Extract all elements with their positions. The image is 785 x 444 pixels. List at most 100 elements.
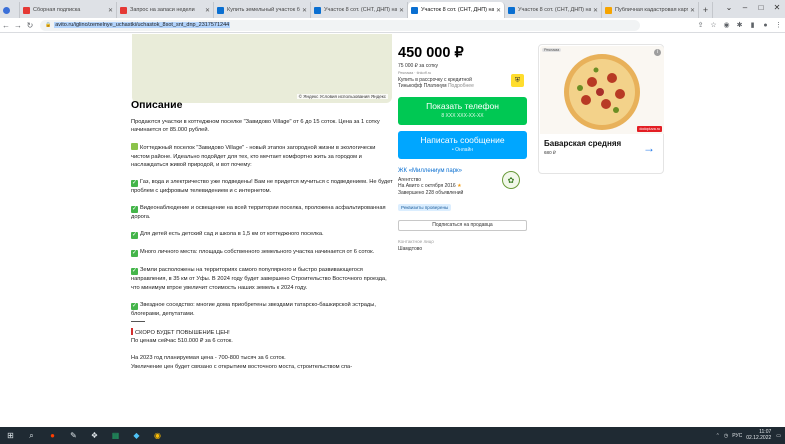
bookmark-star-icon[interactable]: ☆ [707,21,720,29]
checkmark-icon: ✓ [131,302,138,310]
browser-tab[interactable]: Запрос на запаси недели ✕ [117,2,214,18]
requisites-badge: Реквизиты проверены [398,204,452,211]
close-tab-icon[interactable]: ✕ [593,7,598,14]
forward-icon[interactable]: → [12,21,24,30]
taskbar: ⊞ ⌕ ● ✎ ❖ ▦ ◆ ◉ ⌃ ◷ РУС 11:07 02.12.2022… [0,427,785,444]
close-tab-icon[interactable]: ✕ [108,7,113,14]
favicon-icon [508,6,515,14]
close-window-icon[interactable]: ✕ [769,0,785,14]
share-icon[interactable]: ⇪ [694,21,707,29]
close-tab-icon[interactable]: ✕ [690,7,695,14]
checkmark-icon: ✓ [131,206,138,214]
description-body: Продаются участки в коттеджном поселке "… [131,118,393,371]
page-content: © Яндекс Условия использования Яндекс Оп… [0,34,785,427]
write-message-button[interactable]: Написать сообщение • Онлайн [398,131,527,159]
pizza-ad-card[interactable]: Реклама i dodopizza.ru Баварская средняя… [538,44,664,174]
show-phone-button[interactable]: Показать телефон 8 XXX XXX-XX-XX [398,97,527,125]
app-icon[interactable]: ❖ [84,427,105,444]
ad-price: 680 ₽ [544,150,556,155]
description-paragraph: ✓ Для детей есть детский сад и школа в 1,… [131,231,324,240]
yandex-browser-icon[interactable]: ● [42,427,63,444]
browser-tab[interactable]: Купить земельный участок б ✕ [214,2,311,18]
contact-name: Шамдтово [398,246,423,252]
chevron-up-icon[interactable]: ⌃ [716,433,720,439]
network-icon[interactable]: ◷ [724,433,728,439]
tinkoff-logo-icon: ⛨ [511,74,524,87]
close-tab-icon[interactable]: ✕ [496,7,501,14]
sidebar-icon[interactable]: ▮ [746,21,759,29]
close-tab-icon[interactable]: ✕ [399,7,404,14]
back-icon[interactable]: ← [0,21,12,30]
subscribe-button[interactable]: Подписаться на продавца [398,220,527,231]
price-alert: СКОРО БУДЕТ ПОВЫШЕНИЕ ЦЕН! [131,328,393,337]
browser-toolbar: ← → ↻ 🔒 avito.ru/iglino/zemelnye_uchastk… [0,18,785,33]
house-icon [131,143,138,151]
window-controls: ⌄ – □ ✕ [721,0,785,18]
tab-menu-icon[interactable] [0,2,20,18]
description-paragraph: ✓ Газ, вода и электричество уже подведены… [131,179,393,195]
brand-badge: dodopizza.ru [637,126,662,132]
language-indicator[interactable]: РУС [732,433,742,439]
credit-offer[interactable]: Купить в рассрочку с кредитной Тинькофф … [398,77,506,89]
app-icon[interactable]: ◆ [126,427,147,444]
app-icon[interactable]: ✎ [63,427,84,444]
tab-search-icon[interactable]: ⌄ [721,0,737,14]
browser-tab[interactable]: Участок 8 сот. (СНТ, ДНП) на ✕ [311,2,408,18]
browser-tab[interactable]: Сборная подписка ✕ [20,2,117,18]
description-paragraph: ✓ Земли расположены на территориях самого… [131,267,387,291]
search-icon[interactable]: ⌕ [21,427,42,444]
tab-title: Публичная кадастровая карт [615,7,688,13]
url-text: avito.ru/iglino/zemelnye_uchastki/uchast… [54,22,231,28]
reload-icon[interactable]: ↻ [24,21,36,30]
lock-icon: 🔒 [45,22,52,28]
arrow-right-icon[interactable]: → [643,141,655,155]
tab-title: Участок 8 сот. (СНТ, ДНП) на [518,7,591,13]
windows-start-icon[interactable]: ⊞ [0,427,21,444]
description-paragraph: Продаются участки в коттеджном поселке "… [131,119,380,134]
browser-tab[interactable]: Публичная кадастровая карт ✕ [602,2,699,18]
ad-title: Баварская средняя [544,139,622,148]
close-tab-icon[interactable]: ✕ [302,7,307,14]
browser-tab[interactable]: Участок 8 сот. (СНТ, ДНП) на ✕ [408,2,505,18]
notifications-icon[interactable]: ▭ [776,433,781,439]
price-plan-line: На 2023 год планируемая цена - 700-800 т… [131,355,286,362]
profile-icon[interactable]: ● [759,22,772,29]
system-tray: ⌃ ◷ РУС 11:07 02.12.2022 ▭ [716,427,781,444]
ad-tag: Реклама [542,48,562,52]
description-paragraph: ✓ Много личного места: площадь собственно… [131,249,375,258]
minimize-icon[interactable]: – [737,0,753,14]
checkmark-icon: ✓ [131,180,138,188]
favicon-icon [23,6,30,14]
favicon-icon [120,6,127,14]
checkmark-icon: ✓ [131,268,138,276]
browser-tab[interactable]: Участок 8 сот. (СНТ, ДНП) на ✕ [505,2,602,18]
location-map[interactable]: © Яндекс Условия использования Яндекс [132,34,392,103]
address-bar[interactable]: 🔒 avito.ru/iglino/zemelnye_uchastki/ucha… [40,19,640,31]
puzzle-icon[interactable]: ✱ [733,21,746,29]
close-tab-icon[interactable]: ✕ [205,7,210,14]
description-title: Описание [131,99,183,111]
checkmark-icon: ✓ [131,250,138,258]
favicon-icon [411,6,418,14]
maximize-icon[interactable]: □ [753,0,769,14]
info-icon[interactable]: i [654,49,661,56]
clock[interactable]: 11:07 02.12.2022 [746,429,771,441]
credit-more-link[interactable]: Подробнее [448,83,474,89]
excel-icon[interactable]: ▦ [105,427,126,444]
divider [131,321,145,323]
menu-dots-icon[interactable]: ⋮ [772,21,785,29]
tab-title: Участок 8 сот. (СНТ, ДНП) на [324,7,397,13]
new-tab-button[interactable]: + [699,2,713,18]
price-alert-line: По ценам сейчас 510.000 ₽ за 6 соток. [131,338,233,345]
extension-icon[interactable]: ◉ [720,21,733,29]
tab-title: Запрос на запаси недели [130,7,195,13]
tab-title: Купить земельный участок б [227,7,300,13]
description-paragraph: Коттеджный поселок "Завидово Village" - … [131,143,376,168]
seller-logo-icon[interactable]: ✿ [502,171,520,189]
checkmark-icon: ✓ [131,232,138,240]
pizza-image: Реклама i dodopizza.ru [540,46,664,134]
contact-label: Контактное лицо [398,239,434,244]
chrome-icon[interactable]: ◉ [147,427,168,444]
seller-name-link[interactable]: ЖК «Миллениум парк» [398,168,462,174]
favicon-icon [605,6,612,14]
